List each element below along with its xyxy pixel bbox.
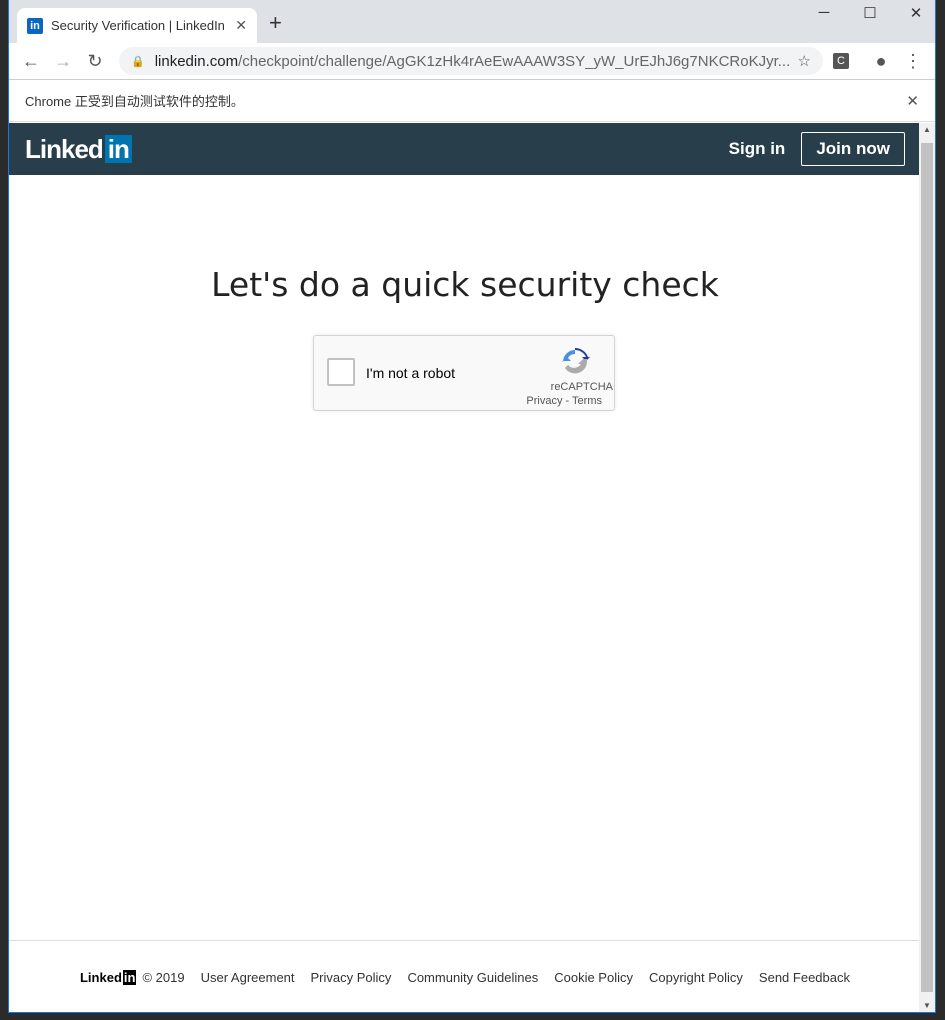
- footer-link-send-feedback[interactable]: Send Feedback: [759, 970, 850, 985]
- footer-linkedin-logo: Linked in: [79, 969, 137, 985]
- join-now-button[interactable]: Join now: [801, 132, 905, 166]
- tab-strip: in Security Verification | LinkedIn ✕ + …: [9, 0, 935, 43]
- profile-icon[interactable]: ●: [867, 51, 895, 72]
- tab-security-verification[interactable]: in Security Verification | LinkedIn ✕: [17, 8, 257, 43]
- footer-link-community-guidelines[interactable]: Community Guidelines: [407, 970, 538, 985]
- recaptcha-checkbox[interactable]: [327, 358, 355, 386]
- browser-toolbar: ← → ↻ 🔒 linkedin.com/checkpoint/challeng…: [9, 43, 935, 80]
- recaptcha-logo-icon: [562, 348, 590, 374]
- linkedin-logo[interactable]: Linked in: [25, 134, 132, 165]
- minimize-button[interactable]: ─: [801, 4, 847, 21]
- reload-icon[interactable]: ↻: [81, 51, 109, 72]
- page-scrollbar[interactable]: ▲ ▼: [919, 123, 935, 1012]
- footer-copyright: © 2019: [142, 969, 185, 985]
- automation-infobar: Chrome 正受到自动测试软件的控制。 ✕: [9, 80, 935, 122]
- recaptcha-brand: reCAPTCHA: [550, 381, 613, 393]
- maximize-button[interactable]: ☐: [847, 4, 893, 22]
- footer-link-user-agreement[interactable]: User Agreement: [201, 970, 295, 985]
- close-window-button[interactable]: ✕: [893, 4, 935, 22]
- browser-window: in Security Verification | LinkedIn ✕ + …: [8, 0, 936, 1013]
- linkedin-favicon-icon: in: [27, 17, 43, 34]
- infobar-text: Chrome 正受到自动测试软件的控制。: [25, 94, 244, 109]
- footer: Linked in © 2019 User Agreement Privacy P…: [9, 940, 921, 1012]
- scrollbar-thumb[interactable]: [921, 143, 933, 992]
- extension-icon[interactable]: C: [833, 53, 849, 69]
- tab-close-icon[interactable]: ✕: [235, 17, 247, 34]
- scroll-up-icon[interactable]: ▲: [919, 125, 935, 134]
- footer-link-privacy-policy[interactable]: Privacy Policy: [311, 970, 392, 985]
- recaptcha-privacy-link[interactable]: Privacy: [526, 395, 562, 407]
- url-path: /checkpoint/challenge/AgGK1zHk4rAeEwAAAW…: [238, 52, 791, 70]
- page-title: Let's do a quick security check: [211, 265, 719, 304]
- new-tab-button[interactable]: +: [269, 10, 282, 36]
- forward-icon[interactable]: →: [49, 51, 77, 72]
- tab-title: Security Verification | LinkedIn: [51, 18, 225, 33]
- linkedin-header: Linked in Sign in Join now: [9, 123, 921, 175]
- back-icon[interactable]: ←: [17, 51, 45, 72]
- recaptcha-label: I'm not a robot: [366, 365, 456, 381]
- footer-link-cookie-policy[interactable]: Cookie Policy: [554, 970, 633, 985]
- address-bar[interactable]: 🔒 linkedin.com/checkpoint/challenge/AgGK…: [119, 47, 823, 75]
- page-viewport: Linked in Sign in Join now Let's do a qui…: [9, 123, 921, 1012]
- lock-icon: 🔒: [131, 55, 145, 68]
- url-host: linkedin.com: [154, 52, 239, 70]
- menu-icon[interactable]: ⋮: [899, 51, 927, 72]
- recaptcha-terms-link[interactable]: Terms: [572, 395, 602, 407]
- recaptcha-widget: I'm not a robot reCAPTCHA Privacy - Term…: [313, 335, 615, 411]
- infobar-close-icon[interactable]: ✕: [906, 92, 919, 110]
- sign-in-link[interactable]: Sign in: [729, 139, 786, 159]
- scroll-down-icon[interactable]: ▼: [919, 1001, 935, 1010]
- footer-link-copyright-policy[interactable]: Copyright Policy: [649, 970, 743, 985]
- bookmark-star-icon[interactable]: ☆: [798, 52, 811, 70]
